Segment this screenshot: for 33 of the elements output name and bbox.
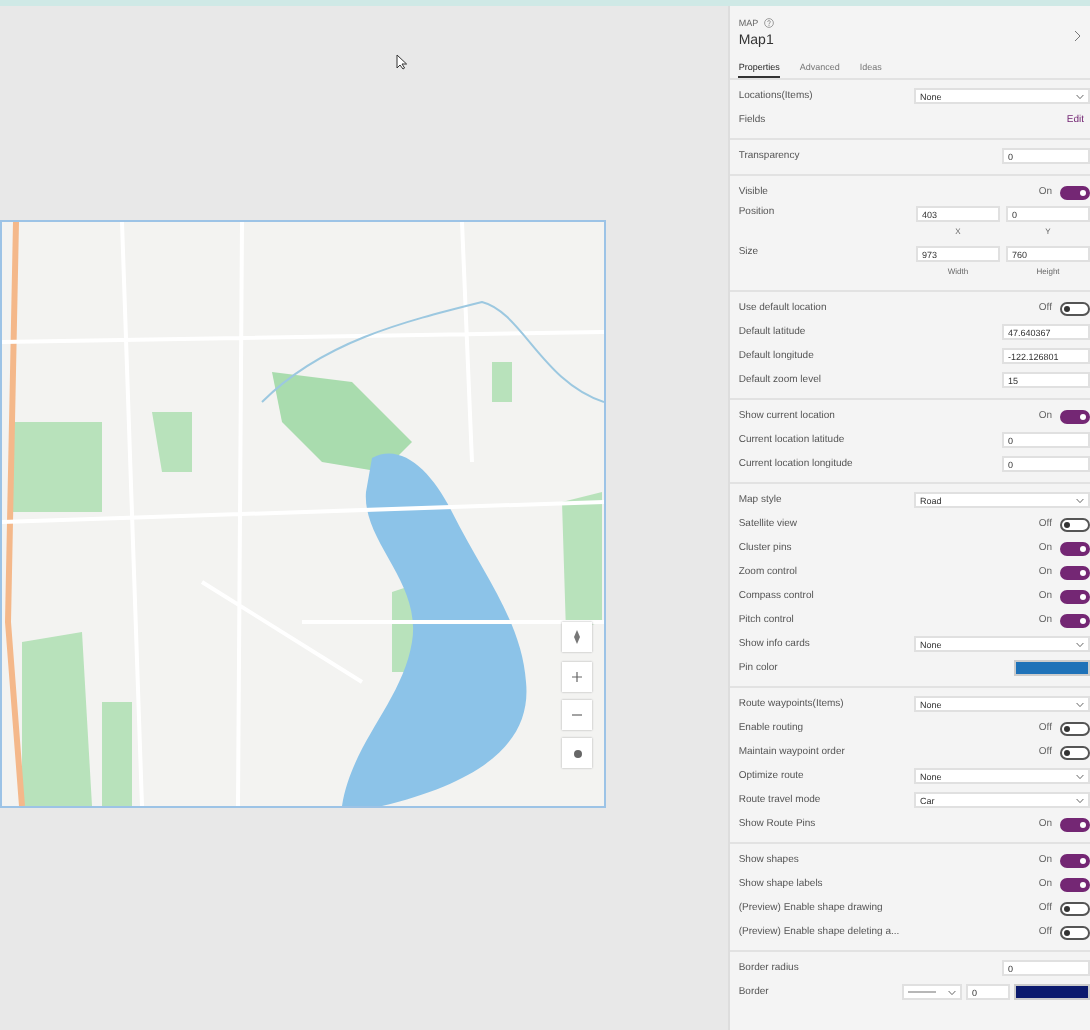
chevron-down-icon: [948, 989, 956, 995]
plus-icon: [572, 672, 582, 682]
toggle-switch[interactable]: [1060, 541, 1090, 555]
toggle-switch[interactable]: [1060, 745, 1090, 759]
line-style-icon: [908, 990, 936, 994]
toggle-switch[interactable]: [1060, 721, 1090, 735]
toggle-switch[interactable]: [1060, 925, 1090, 939]
chevron-down-icon: [1076, 497, 1084, 503]
toggle-switch[interactable]: [1060, 185, 1090, 199]
compass-button[interactable]: [562, 622, 592, 652]
toggle-switch[interactable]: [1060, 517, 1090, 531]
compass-icon: [574, 630, 580, 644]
toggle-switch[interactable]: [1060, 409, 1090, 423]
toggle-switch[interactable]: [1060, 901, 1090, 915]
toggle-switch[interactable]: [1060, 613, 1090, 627]
chevron-down-icon: [1076, 701, 1084, 707]
toggle-switch[interactable]: [1060, 565, 1090, 579]
minus-icon: [572, 714, 582, 716]
chevron-down-icon: [1076, 641, 1084, 647]
chevron-down-icon: [1076, 773, 1084, 779]
chevron-down-icon: [1076, 797, 1084, 803]
color-swatch[interactable]: [1014, 984, 1090, 1000]
dot-icon: [573, 749, 581, 757]
toggle-switch[interactable]: [1060, 589, 1090, 603]
chevron-down-icon: [1076, 93, 1084, 99]
toggle-switch[interactable]: [1060, 301, 1090, 315]
toggle-switch[interactable]: [1060, 853, 1090, 867]
toggle-switch[interactable]: [1060, 817, 1090, 831]
toggle-switch[interactable]: [1060, 877, 1090, 891]
color-swatch[interactable]: [1014, 660, 1090, 676]
chevron-right-icon[interactable]: [1074, 30, 1082, 42]
cursor-icon: [396, 54, 408, 70]
pitch-button[interactable]: [562, 738, 592, 768]
